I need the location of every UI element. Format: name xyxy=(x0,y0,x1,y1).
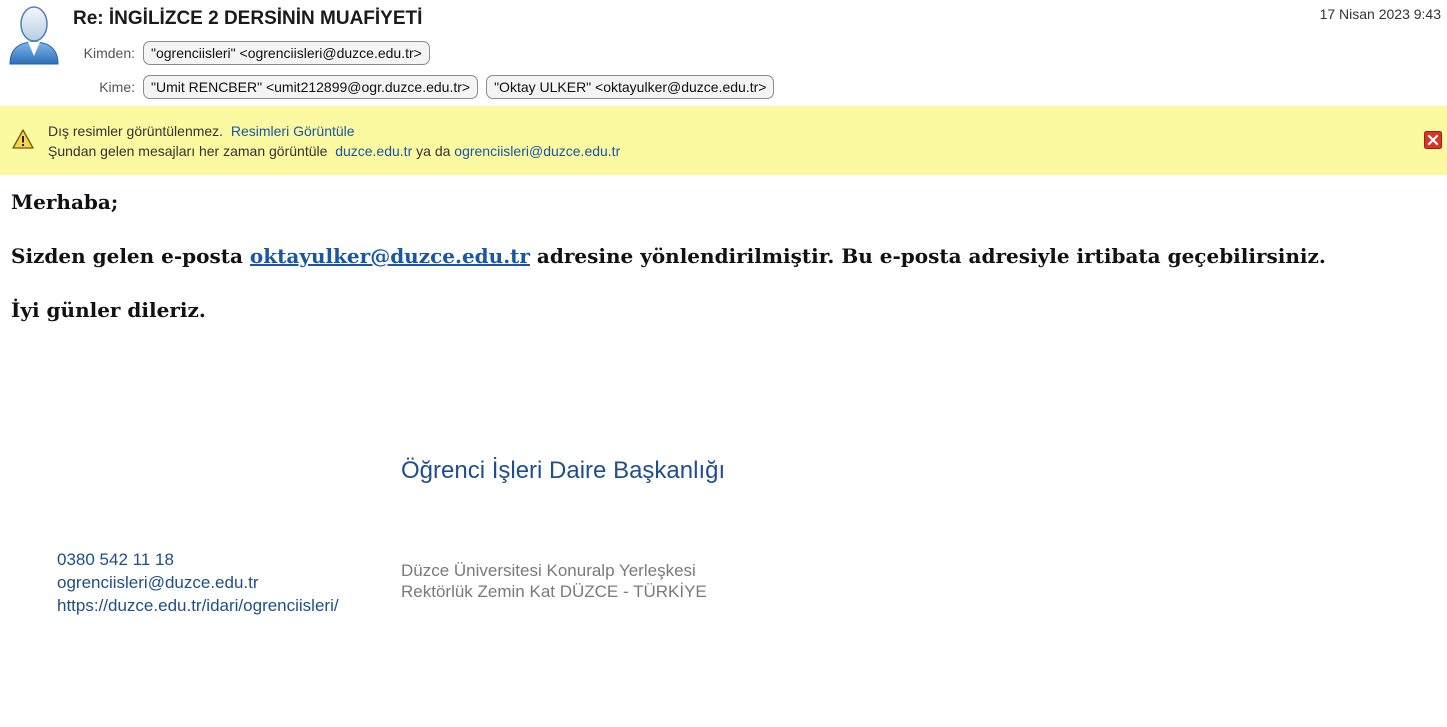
images-blocked-text: Dış resimler görüntülenmez. xyxy=(48,123,224,139)
forwarded-email-link[interactable]: oktayulker@duzce.edu.tr xyxy=(250,244,530,268)
always-show-sender-link[interactable]: ogrenciisleri@duzce.edu.tr xyxy=(454,143,620,159)
warning-icon xyxy=(12,129,34,149)
forward-notice-after: adresine yönlendirilmiştir. Bu e-posta a… xyxy=(536,244,1326,268)
signature-email-link[interactable]: ogrenciisleri@duzce.edu.tr xyxy=(57,571,339,594)
signature-title: Öğrenci İşleri Daire Başkanlığı xyxy=(401,457,726,484)
signature-address-line-1: Düzce Üniversitesi Konuralp Yerleşkesi xyxy=(401,561,696,580)
message-header: Re: İNGİLİZCE 2 DERSİNİN MUAFİYETİ 17 Ni… xyxy=(0,0,1447,106)
forward-notice: Sizden gelen e-posta oktayulker@duzce.ed… xyxy=(11,244,1326,268)
recipient-address-pill[interactable]: "Umit RENCBER" <umit212899@ogr.duzce.edu… xyxy=(143,75,479,99)
show-images-link[interactable]: Resimleri Görüntüle xyxy=(231,123,355,139)
forward-notice-before: Sizden gelen e-posta xyxy=(11,244,243,268)
signature-address: Düzce Üniversitesi Konuralp Yerleşkesi R… xyxy=(401,560,707,602)
always-show-domain-link[interactable]: duzce.edu.tr xyxy=(335,143,412,159)
to-row: Kime: "Umit RENCBER" <umit212899@ogr.duz… xyxy=(0,74,782,100)
external-images-banner: Dış resimler görüntülenmez. Resimleri Gö… xyxy=(0,106,1447,175)
or-text: ya da xyxy=(416,143,451,159)
closing-text: İyi günler dileriz. xyxy=(11,298,206,322)
signature-phone: 0380 542 11 18 xyxy=(57,550,174,569)
banner-line-2: Şundan gelen mesajları her zaman görüntü… xyxy=(48,143,620,159)
to-label: Kime: xyxy=(99,79,135,95)
greeting-text: Merhaba; xyxy=(11,190,119,214)
recipient-address-pill[interactable]: "Oktay ULKER" <oktayulker@duzce.edu.tr> xyxy=(486,75,775,99)
from-row: Kimden: "ogrenciisleri" <ogrenciisleri@d… xyxy=(0,40,438,66)
sender-address-pill[interactable]: "ogrenciisleri" <ogrenciisleri@duzce.edu… xyxy=(143,41,430,65)
signature-website-link[interactable]: https://duzce.edu.tr/idari/ogrenciisleri… xyxy=(57,594,339,617)
signature-contact: 0380 542 11 18 ogrenciisleri@duzce.edu.t… xyxy=(57,548,339,617)
always-show-text: Şundan gelen mesajları her zaman görüntü… xyxy=(48,143,328,159)
banner-line-1: Dış resimler görüntülenmez. Resimleri Gö… xyxy=(48,123,355,139)
from-label: Kimden: xyxy=(83,45,135,61)
email-date: 17 Nisan 2023 9:43 xyxy=(1319,6,1441,22)
signature-address-line-2: Rektörlük Zemin Kat DÜZCE - TÜRKİYE xyxy=(401,582,707,601)
close-icon[interactable] xyxy=(1424,131,1442,149)
email-subject: Re: İNGİLİZCE 2 DERSİNİN MUAFİYETİ xyxy=(73,8,423,29)
